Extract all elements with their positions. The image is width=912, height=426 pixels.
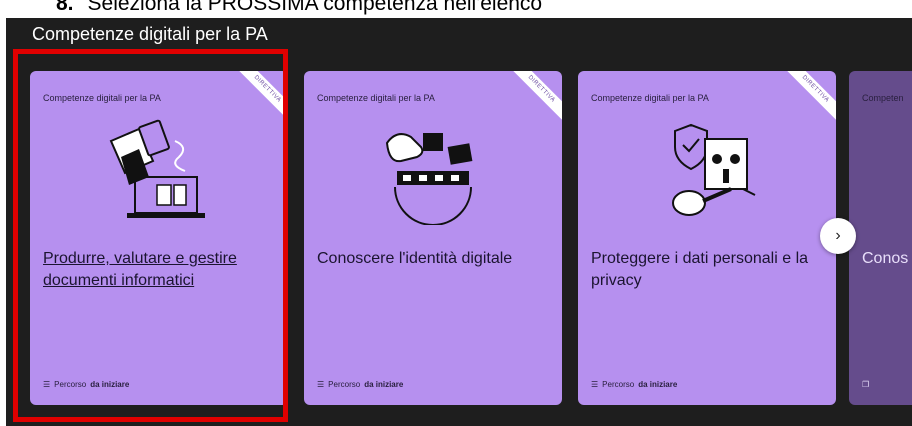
- footer-status: da iniziare: [638, 380, 678, 389]
- carousel-next-button[interactable]: ›: [820, 218, 856, 254]
- footer-prefix: Percorso: [328, 380, 361, 389]
- card-title[interactable]: Conoscere l'identità digitale: [317, 248, 553, 270]
- card-category: Competenze digitali per la PA: [317, 93, 435, 103]
- card-title[interactable]: Conos trasfor: [862, 248, 912, 270]
- card-category: Competen: [862, 93, 904, 103]
- card-title[interactable]: Proteggere i dati personali e la privacy: [591, 248, 827, 292]
- step-text: Seleziona la PROSSIMA competenza nell'el…: [87, 0, 543, 15]
- checklist-icon: ☰: [591, 380, 599, 389]
- panel-title: Competenze digitali per la PA: [32, 24, 268, 44]
- copy-icon: ❐: [862, 380, 870, 389]
- competence-card-digital-identity[interactable]: Competenze digitali per la PA DIRETTIVA …: [304, 71, 562, 405]
- competence-card-privacy[interactable]: Competenze digitali per la PA DIRETTIVA …: [578, 71, 836, 405]
- checklist-icon: ☰: [317, 380, 325, 389]
- puzzle-gear-illustration: [385, 133, 473, 225]
- card-category: Competenze digitali per la PA: [591, 93, 709, 103]
- card-footer: ❐: [862, 380, 869, 389]
- footer-prefix: Percorso: [602, 380, 635, 389]
- instruction-heading: 8. Seleziona la PROSSIMA competenza nell'…: [56, 0, 542, 17]
- card-footer: ☰ Percorso da iniziare: [591, 380, 677, 389]
- directive-ribbon: DIRETTIVA: [504, 71, 562, 126]
- step-number: 8.: [56, 0, 74, 15]
- selection-highlight: [13, 49, 288, 422]
- competence-card-partial[interactable]: Competen Conos trasfor ❐: [849, 71, 912, 405]
- directive-ribbon: DIRETTIVA: [778, 71, 836, 126]
- card-footer: ☰ Percorso da iniziare: [317, 380, 403, 389]
- footer-status: da iniziare: [364, 380, 404, 389]
- shield-lock-illustration: [672, 123, 756, 216]
